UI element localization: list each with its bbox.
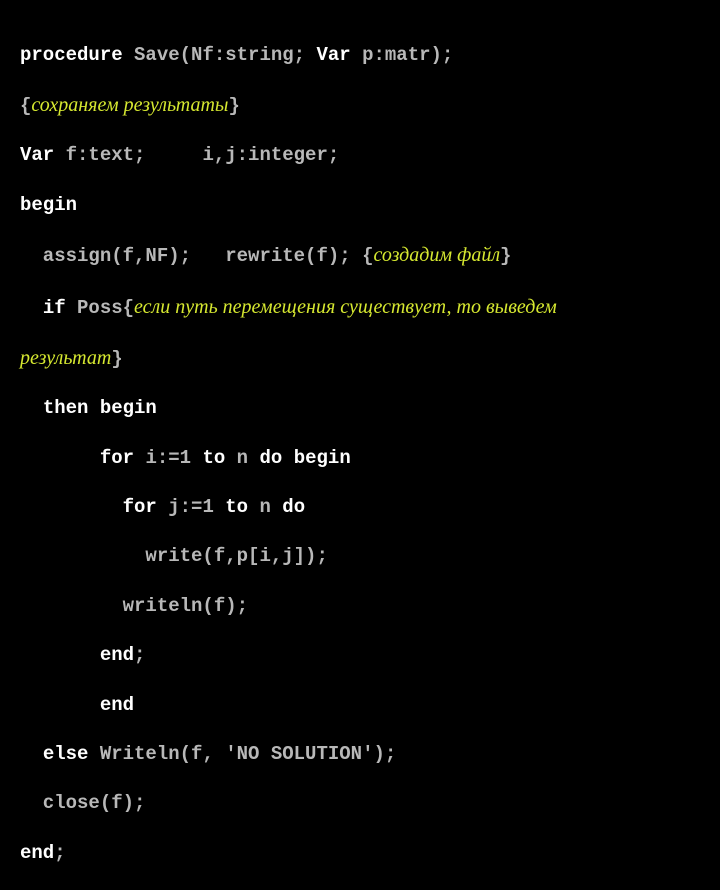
keyword-then: then [43, 397, 89, 419]
comment-text: сохраняем результаты [31, 94, 228, 116]
keyword-do: do [282, 496, 305, 518]
code-text: Writeln(f, 'NO SOLUTION'); [88, 743, 396, 765]
code-text: ; [54, 842, 65, 864]
code-line: writeln(f); [20, 594, 700, 619]
keyword-if: if [43, 297, 66, 319]
keyword-to: to [202, 447, 225, 469]
keyword-to: to [225, 496, 248, 518]
code-line: close(f); [20, 791, 700, 816]
code-line: end; [20, 643, 700, 668]
code-text: i:=1 [134, 447, 202, 469]
comment-text: создадим файл [373, 244, 500, 266]
code-line: end [20, 693, 700, 718]
code-text: assign(f,NF); rewrite(f); [20, 245, 362, 267]
comment-brace: } [228, 95, 239, 117]
keyword-begin: begin [100, 397, 157, 419]
code-text: n [248, 496, 282, 518]
keyword-end: end [20, 842, 54, 864]
code-text [20, 297, 43, 319]
code-text [20, 447, 100, 469]
keyword-begin: begin [20, 194, 77, 216]
code-text [20, 397, 43, 419]
code-text: close(f); [20, 792, 145, 814]
keyword-var: Var [20, 144, 54, 166]
code-line: результат} [20, 345, 700, 372]
code-line: end; [20, 841, 700, 866]
comment-brace: { [123, 297, 134, 319]
code-text [88, 397, 99, 419]
code-text [20, 496, 123, 518]
code-line: procedure Save(Nf:string; Var p:matr); [20, 43, 700, 68]
code-snippet: procedure Save(Nf:string; Var p:matr); {… [0, 0, 720, 890]
comment-brace: } [111, 348, 122, 370]
code-line: if Poss{если путь перемещения существует… [20, 294, 700, 321]
code-text [20, 694, 100, 716]
code-text: write(f,p[i,j]); [20, 545, 328, 567]
comment-text: результат [20, 347, 111, 369]
code-line: Var f:text; i,j:integer; [20, 143, 700, 168]
code-line: for j:=1 to n do [20, 495, 700, 520]
code-line: then begin [20, 396, 700, 421]
comment-brace: { [20, 95, 31, 117]
comment-text: если путь перемещения существует, то выв… [134, 296, 557, 318]
code-text: Poss [66, 297, 123, 319]
code-text: writeln(f); [20, 595, 248, 617]
code-text: n [225, 447, 259, 469]
code-line: begin [20, 193, 700, 218]
keyword-begin: begin [294, 447, 351, 469]
code-text: j:=1 [157, 496, 225, 518]
code-line: for i:=1 to n do begin [20, 446, 700, 471]
code-text [20, 743, 43, 765]
code-line: assign(f,NF); rewrite(f); {создадим файл… [20, 242, 700, 269]
comment-brace: { [362, 245, 373, 267]
keyword-procedure: procedure [20, 44, 123, 66]
keyword-else: else [43, 743, 89, 765]
comment-brace: } [500, 245, 511, 267]
code-text: ; [134, 644, 145, 666]
code-text [282, 447, 293, 469]
code-line: write(f,p[i,j]); [20, 544, 700, 569]
keyword-end: end [100, 694, 134, 716]
keyword-for: for [100, 447, 134, 469]
code-text: Save(Nf:string; [123, 44, 317, 66]
code-text [20, 644, 100, 666]
code-text: p:matr); [351, 44, 454, 66]
keyword-do: do [260, 447, 283, 469]
keyword-var: Var [316, 44, 350, 66]
keyword-for: for [123, 496, 157, 518]
code-line: {сохраняем результаты} [20, 92, 700, 119]
code-text: f:text; i,j:integer; [54, 144, 339, 166]
keyword-end: end [100, 644, 134, 666]
code-line: else Writeln(f, 'NO SOLUTION'); [20, 742, 700, 767]
